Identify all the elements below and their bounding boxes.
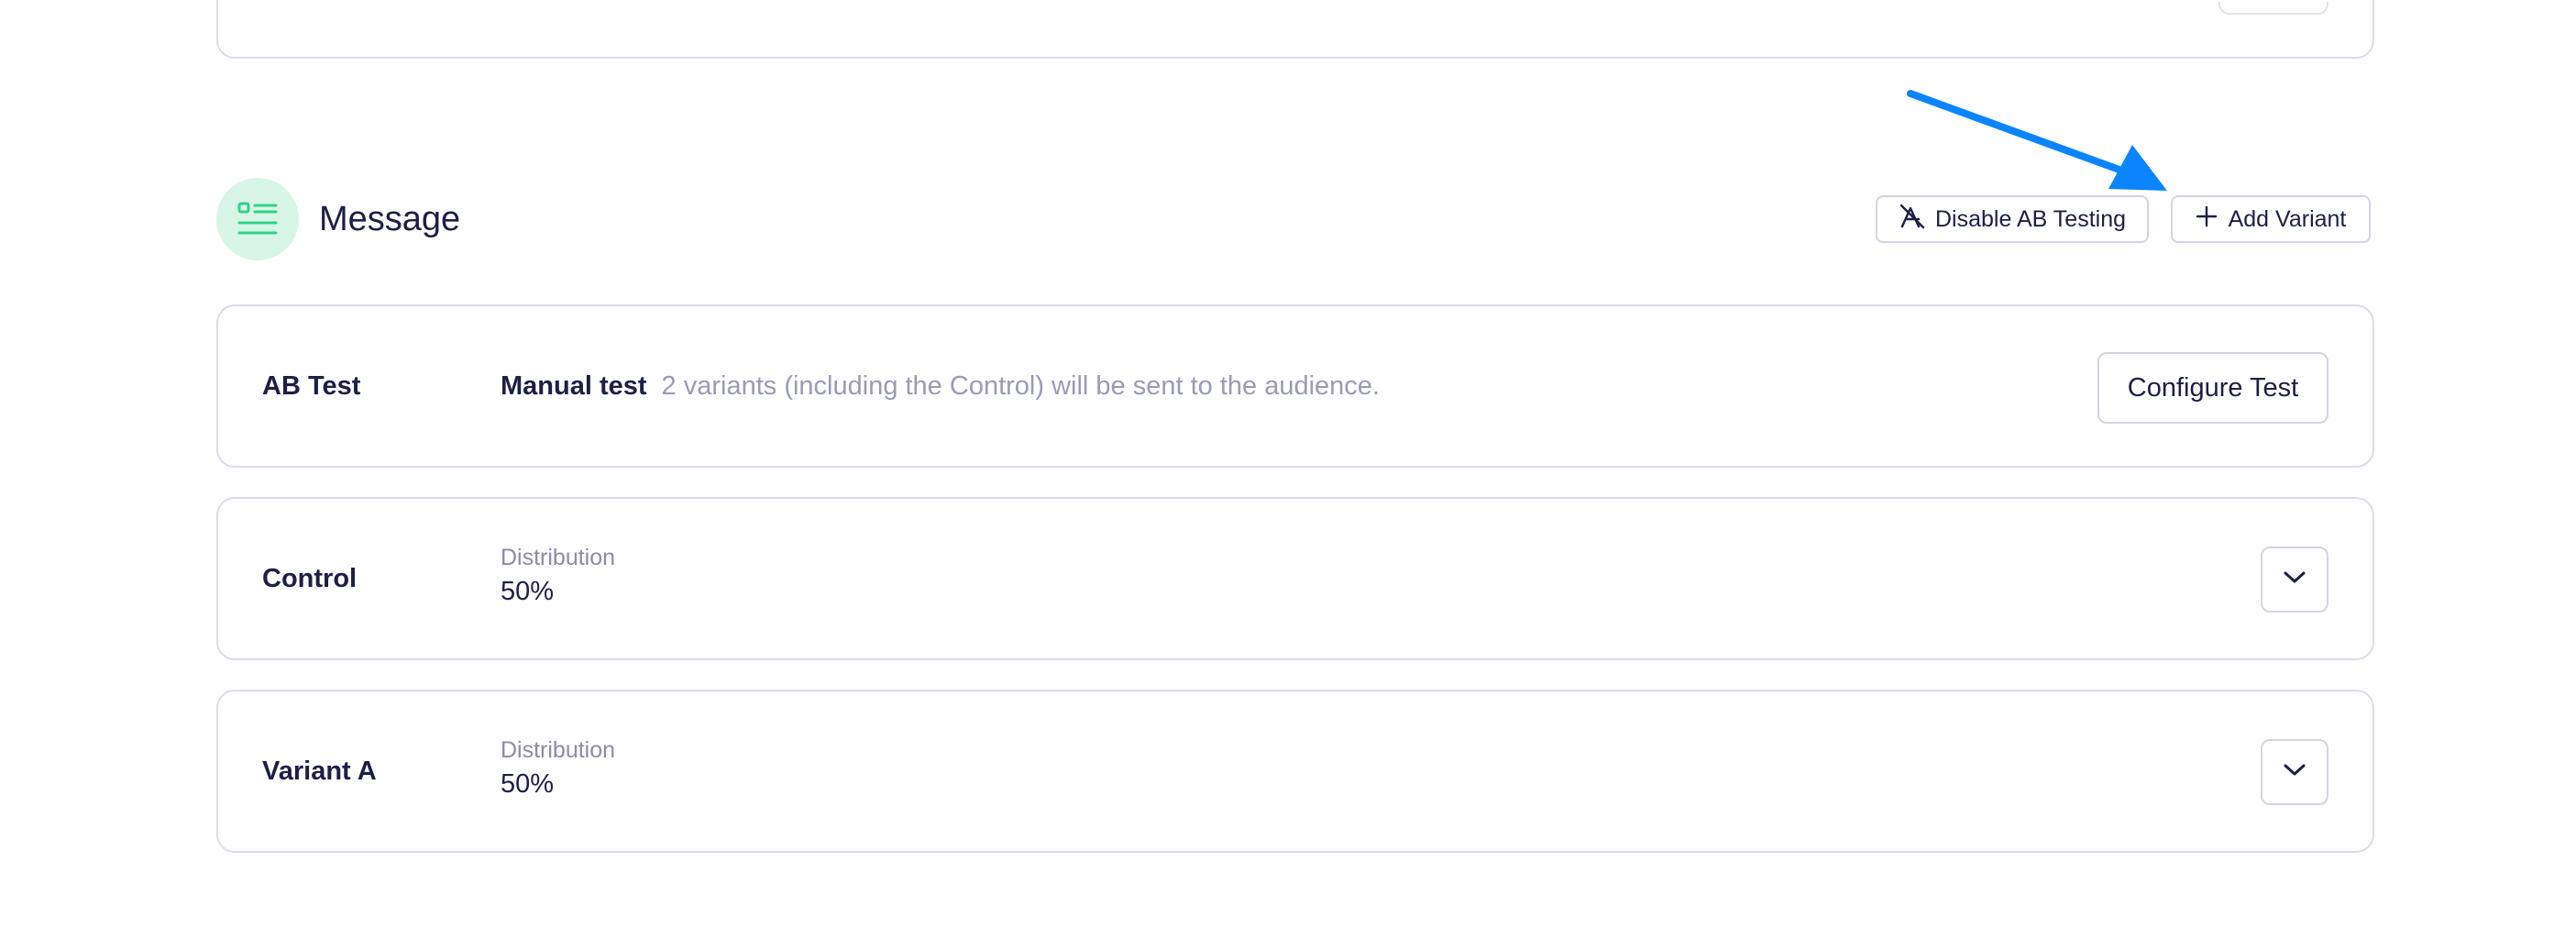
annotation-arrow <box>1907 90 2167 191</box>
disable-ab-testing-label: Disable AB Testing <box>1935 205 2126 232</box>
chevron-down-icon <box>2283 570 2306 590</box>
ab-test-card: AB Test Manual test 2 variants (includin… <box>216 304 2374 468</box>
configure-test-button[interactable]: Configure Test <box>2097 352 2328 424</box>
ab-test-label: AB Test <box>262 370 361 401</box>
previous-section-card <box>216 0 2374 59</box>
variant-card-control: Control Distribution 50% <box>216 497 2374 660</box>
list-icon <box>216 178 299 260</box>
section-title: Message <box>319 200 461 238</box>
distribution-label: Distribution <box>501 737 616 763</box>
disable-ab-testing-button[interactable]: Disable AB Testing <box>1876 195 2149 243</box>
plus-icon <box>2196 205 2218 234</box>
ab-test-mode: Manual test <box>501 370 647 401</box>
ab-test-summary: Manual test 2 variants (including the Co… <box>501 306 1380 466</box>
previous-section-button[interactable] <box>2218 2 2328 15</box>
expand-variant-a-button[interactable] <box>2261 739 2328 805</box>
add-variant-label: Add Variant <box>2228 205 2347 232</box>
split-off-icon <box>1899 203 1926 237</box>
add-variant-button[interactable]: Add Variant <box>2171 195 2371 243</box>
distribution: Distribution 50% <box>501 543 615 611</box>
variant-name: Control <box>262 563 358 593</box>
distribution-value: 50% <box>501 769 555 799</box>
ab-test-description: 2 variants (including the Control) will … <box>661 370 1380 401</box>
distribution-value: 50% <box>501 577 555 606</box>
ab-testing-page: Message Disable AB Testing Add Variant A… <box>0 0 2576 939</box>
variant-name: Variant A <box>262 756 377 786</box>
distribution: Distribution 50% <box>501 735 615 803</box>
distribution-label: Distribution <box>501 545 616 570</box>
chevron-down-icon <box>2283 763 2306 782</box>
expand-control-button[interactable] <box>2261 547 2328 613</box>
variant-card-variant-a: Variant A Distribution 50% <box>216 690 2374 853</box>
